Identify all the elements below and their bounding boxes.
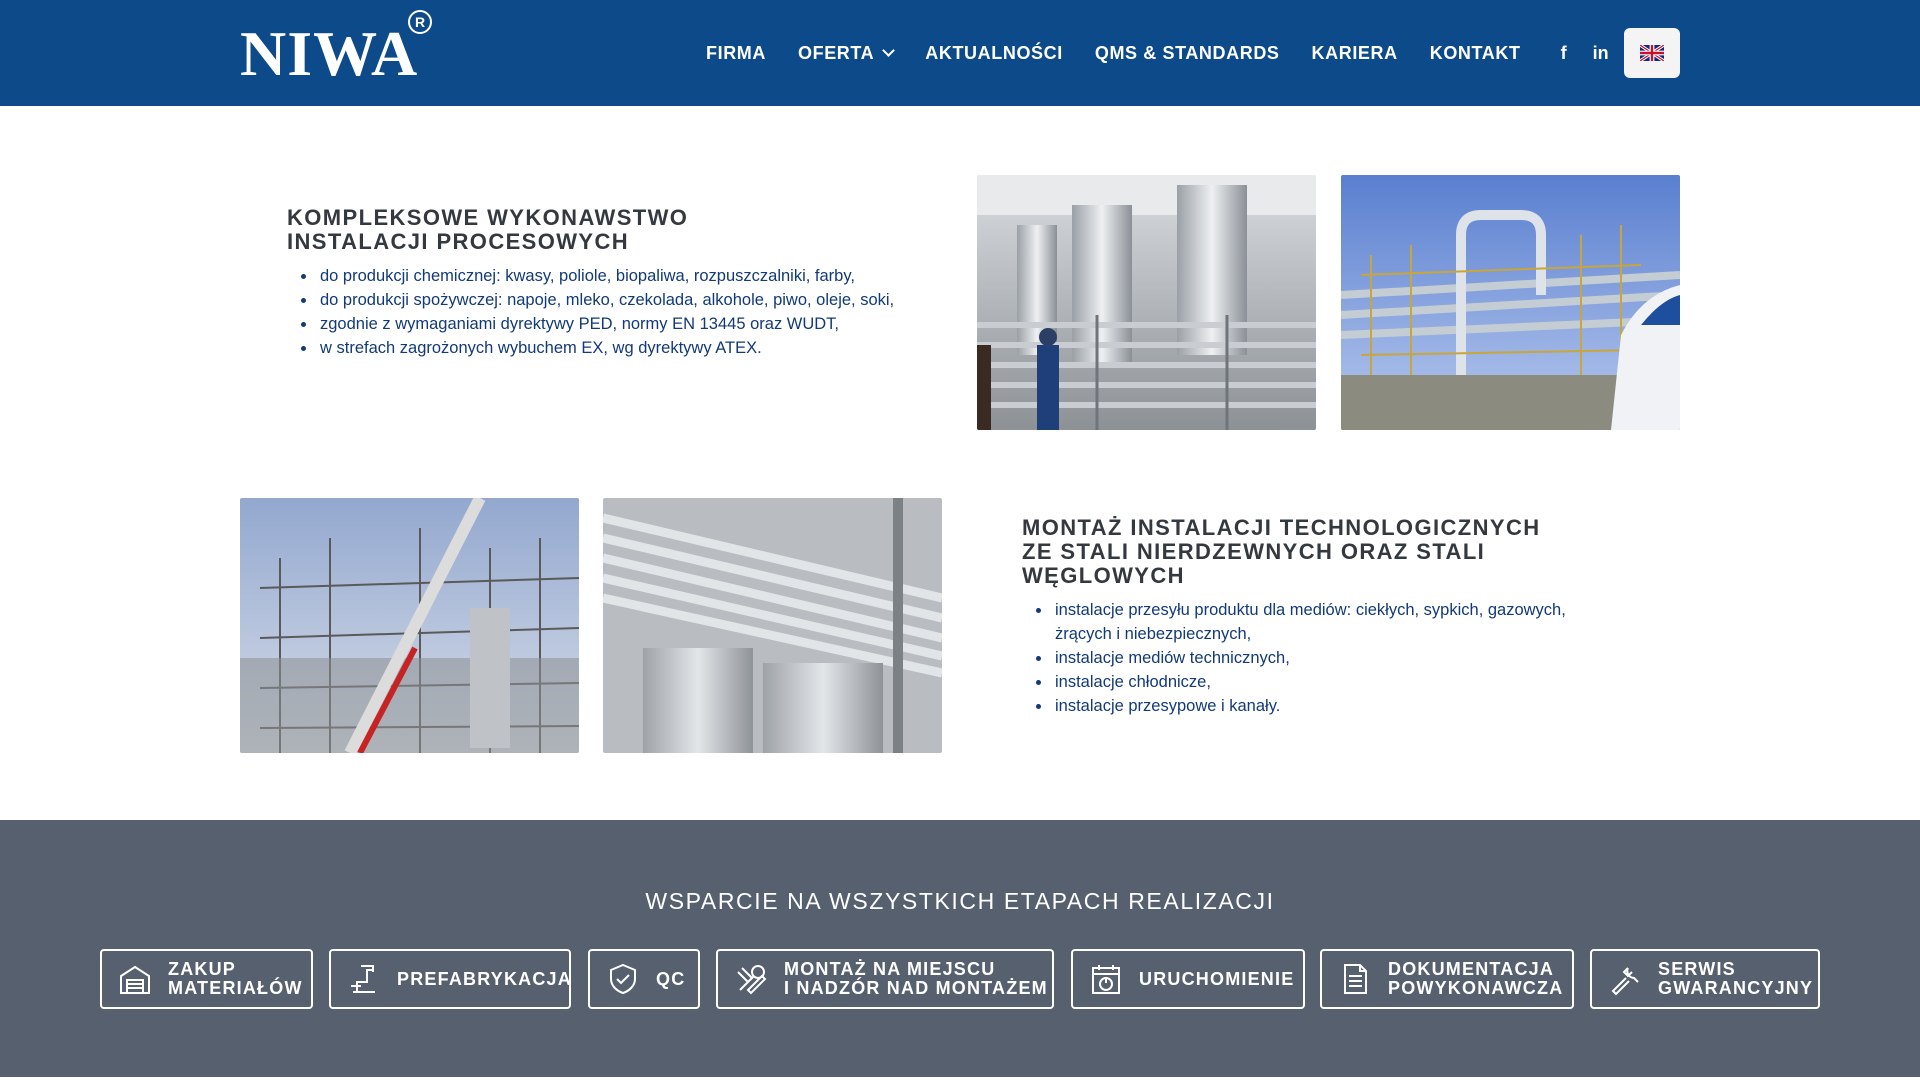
step-label: URUCHOMIENIE — [1139, 968, 1295, 989]
shield-check-icon — [606, 962, 640, 996]
section2-title: MONTAŻ INSTALACJI TECHNOLOGICZNYCH ZE ST… — [1022, 516, 1541, 588]
nav-kontakt[interactable]: KONTAKT — [1430, 43, 1521, 64]
site-header: NIWA R FIRMA OFERTA AKTUALNOŚCI QMS & ST… — [0, 0, 1920, 106]
warehouse-icon — [118, 962, 152, 996]
list-item: w strefach zagrożonych wybuchem EX, wg d… — [287, 336, 902, 360]
linkedin-icon[interactable]: in — [1593, 43, 1609, 64]
list-item: do produkcji chemicznej: kwasy, poliole,… — [287, 264, 902, 288]
step-label: SERWIS GWARANCYJNY — [1658, 959, 1814, 998]
step-label: ZAKUP MATERIAŁÓW — [168, 959, 303, 998]
step-montaz-na-miejscu[interactable]: MONTAŻ NA MIEJSCU I NADZÓR NAD MONTAŻEM — [716, 949, 1054, 1009]
tools-icon — [734, 962, 768, 996]
registered-mark: R — [408, 10, 432, 34]
language-switch-button[interactable] — [1624, 28, 1680, 78]
step-uruchomienie[interactable]: URUCHOMIENIE — [1071, 949, 1305, 1009]
section2-list: instalacje przesyłu produktu dla mediów:… — [1022, 598, 1602, 718]
step-label: QC — [656, 968, 686, 989]
step-label: PREFABRYKACJA — [397, 968, 572, 989]
section2-title-line1: MONTAŻ INSTALACJI TECHNOLOGICZNYCH — [1022, 515, 1541, 540]
document-icon — [1338, 962, 1372, 996]
niwa-logo[interactable]: NIWA — [240, 22, 418, 86]
step-serwis-gwarancyjny[interactable]: SERWIS GWARANCYJNY — [1590, 949, 1820, 1009]
step-dokumentacja-powykonawcza[interactable]: DOKUMENTACJA POWYKONAWCZA — [1320, 949, 1574, 1009]
section1-title: KOMPLEKSOWE WYKONAWSTWO INSTALACJI PROCE… — [287, 206, 688, 254]
calendar-power-icon — [1089, 962, 1123, 996]
nav-kariera[interactable]: KARIERA — [1312, 43, 1398, 64]
nav-oferta[interactable]: OFERTA — [798, 42, 896, 64]
list-item: instalacje przesyłu produktu dla mediów:… — [1022, 598, 1602, 646]
main-nav: FIRMA OFERTA AKTUALNOŚCI QMS & STANDARDS… — [706, 0, 1627, 106]
step-zakup-materialow[interactable]: ZAKUP MATERIAŁÓW — [100, 949, 313, 1009]
list-item: instalacje chłodnicze, — [1022, 670, 1602, 694]
section1-title-line2: INSTALACJI PROCESOWYCH — [287, 229, 630, 254]
facebook-icon[interactable]: f — [1561, 43, 1567, 64]
outdoor-installation-photo — [1341, 175, 1680, 430]
section2-title-line3: WĘGLOWYCH — [1022, 563, 1185, 588]
nav-aktualnosci[interactable]: AKTUALNOŚCI — [925, 43, 1063, 64]
step-prefabrykacja[interactable]: PREFABRYKACJA — [329, 949, 571, 1009]
pipe-icon — [347, 962, 381, 996]
chevron-down-icon — [882, 44, 896, 57]
wrench-icon — [1608, 962, 1642, 996]
step-label: DOKUMENTACJA POWYKONAWCZA — [1388, 959, 1564, 998]
stainless-pipes-tanks-photo — [603, 498, 942, 753]
section1-title-line1: KOMPLEKSOWE WYKONAWSTWO — [287, 205, 689, 230]
section2-title-line2: ZE STALI NIERDZEWNYCH ORAZ STALI — [1022, 539, 1486, 564]
list-item: instalacje przesypowe i kanały. — [1022, 694, 1602, 718]
process-plant-interior-photo — [977, 175, 1316, 430]
nav-qms-standards[interactable]: QMS & STANDARDS — [1095, 43, 1280, 64]
list-item: instalacje mediów technicznych, — [1022, 646, 1602, 670]
nav-oferta-label: OFERTA — [798, 42, 875, 63]
step-qc[interactable]: QC — [588, 949, 700, 1009]
scaffolding-crane-photo — [240, 498, 579, 753]
nav-firma[interactable]: FIRMA — [706, 43, 766, 64]
list-item: do produkcji spożywczej: napoje, mleko, … — [287, 288, 902, 312]
support-title: WSPARCIE NA WSZYSTKICH ETAPACH REALIZACJ… — [645, 888, 1275, 914]
uk-flag-icon — [1640, 45, 1664, 61]
list-item: zgodnie z wymaganiami dyrektywy PED, nor… — [287, 312, 902, 336]
step-label: MONTAŻ NA MIEJSCU I NADZÓR NAD MONTAŻEM — [784, 959, 1048, 998]
section1-list: do produkcji chemicznej: kwasy, poliole,… — [287, 264, 902, 360]
